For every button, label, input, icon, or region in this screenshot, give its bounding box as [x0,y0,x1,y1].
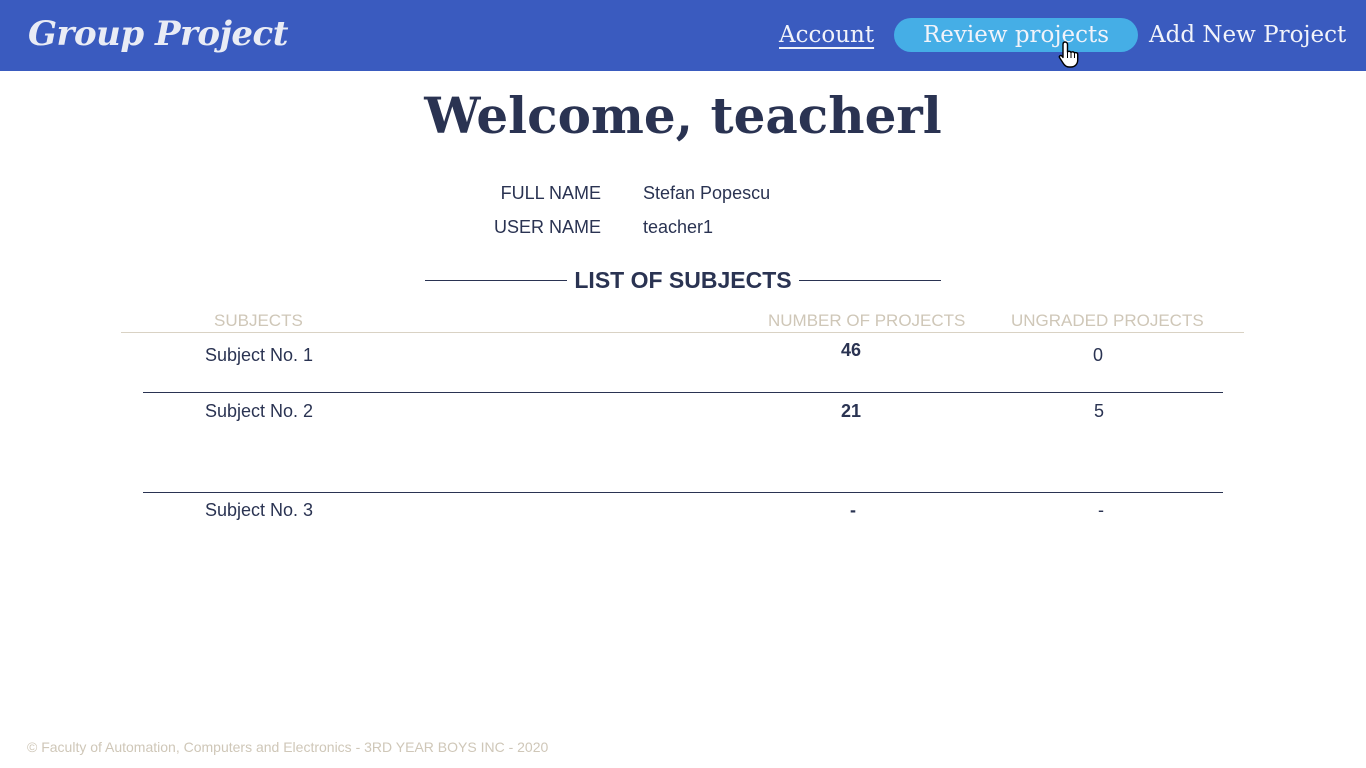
hand-pointer-icon [1058,41,1079,68]
section-title: LIST OF SUBJECTS [574,267,792,293]
subject-project-count: - [850,500,856,520]
subject-project-count: 46 [840,340,862,360]
footer-copyright: © Faculty of Automation, Computers and E… [27,739,549,755]
full-name-value: Stefan Popescu [643,183,771,203]
nav-review-projects-button[interactable]: Review projects [894,18,1138,52]
section-title-rule-right [799,280,941,281]
subject-name[interactable]: Subject No. 2 [205,401,313,422]
row-divider [143,392,1223,393]
column-header-number-of-projects: NUMBER OF PROJECTS [768,311,966,330]
column-header-subjects: SUBJECTS [214,311,303,330]
subject-name[interactable]: Subject No. 3 [205,500,313,521]
user-name-value: teacher1 [643,217,714,237]
page-title: Welcome, teacherl [424,86,942,145]
subject-ungraded-count: - [1098,500,1104,520]
navbar: Group Project Account Review projects Ad… [0,0,1366,71]
table-header-divider [121,332,1244,333]
app-logo[interactable]: Group Project [28,14,288,54]
full-name-label: FULL NAME [500,183,601,203]
subject-name[interactable]: Subject No. 1 [205,345,313,366]
nav-add-new-project-link[interactable]: Add New Project [1149,18,1346,52]
row-divider [143,492,1223,493]
subject-project-count: 21 [840,401,862,421]
subject-ungraded-count: 0 [1092,345,1103,365]
user-name-label: USER NAME [493,217,601,237]
column-header-ungraded-projects: UNGRADED PROJECTS [1011,311,1204,330]
subject-ungraded-count: 5 [1093,401,1104,421]
nav-account-link[interactable]: Account [779,18,874,52]
